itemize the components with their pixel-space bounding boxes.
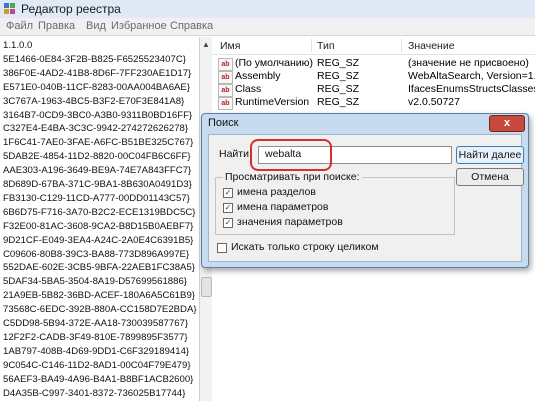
- list-header: Имя Тип Значение: [212, 37, 535, 55]
- cell-value: IfacesEnumsStructsClasses.HT: [408, 83, 535, 95]
- tree-item[interactable]: C09606-80B8-39C3-BA88-773D896A997E}: [3, 249, 189, 260]
- cell-value: v2.0.50727: [408, 96, 460, 108]
- menu-file[interactable]: Файл: [6, 20, 33, 32]
- column-header-name[interactable]: Имя: [220, 40, 240, 52]
- tree-item[interactable]: 1AB797-408B-4D69-9DD1-C6F329189414}: [3, 346, 189, 357]
- cell-type: REG_SZ: [317, 57, 360, 69]
- scroll-thumb[interactable]: [201, 277, 212, 297]
- scroll-up-icon[interactable]: ▲: [202, 41, 210, 49]
- checkbox-values-label: имена параметров: [237, 201, 329, 213]
- column-header-value[interactable]: Значение: [408, 40, 455, 52]
- tree-item[interactable]: AAE303-A196-3649-BE9A-74E7A843FFC7}: [3, 165, 191, 176]
- cell-type: REG_SZ: [317, 83, 360, 95]
- cell-type: REG_SZ: [317, 96, 360, 108]
- menu-edit[interactable]: Правка: [38, 20, 75, 32]
- tree-item[interactable]: C5DD98-5B94-372E-AA18-730039587767}: [3, 318, 188, 329]
- tree-item[interactable]: F32E00-81AC-3608-9CA2-B8D15B0AEBF7}: [3, 221, 193, 232]
- menu-help[interactable]: Справка: [170, 20, 213, 32]
- find-dialog: Поиск x Найти: webalta Найти далее Отмен…: [201, 113, 529, 268]
- checkbox-values[interactable]: ✓: [223, 203, 233, 213]
- table-row[interactable]: ab Assembly REG_SZ WebAltaSearch, Version=1…: [212, 70, 535, 84]
- close-icon[interactable]: x: [489, 115, 525, 132]
- cell-name: RuntimeVersion: [235, 96, 310, 108]
- tree-item[interactable]: 1.1.0.0: [3, 40, 32, 51]
- window-titlebar: Редактор реестра: [0, 0, 535, 18]
- column-header-type[interactable]: Тип: [317, 40, 335, 52]
- tree-item[interactable]: 5DAB2E-4854-11D2-8820-00C04FB6C6FF}: [3, 151, 191, 162]
- checkbox-whole-string-label: Искать только строку целиком: [231, 241, 379, 253]
- checkbox-whole-string[interactable]: [217, 243, 227, 253]
- tree-item[interactable]: 386F0E-4AD2-41B8-8D6F-7FF230AE1D17}: [3, 68, 191, 79]
- regedit-icon: [4, 3, 15, 14]
- tree-item[interactable]: 73568C-6EDC-392B-880A-CC158D7E2BDA}: [3, 304, 197, 315]
- menu-favorites[interactable]: Избранное: [111, 20, 167, 32]
- highlight-circle: [250, 139, 332, 171]
- tree-item[interactable]: 552DAE-602E-3CB5-9BFA-22AEB1FC38A5}: [3, 262, 195, 273]
- checkbox-data[interactable]: ✓: [223, 218, 233, 228]
- find-label: Найти:: [219, 148, 252, 160]
- tree-item[interactable]: 3C767A-1963-4BC5-B3F2-E70F3E841A8}: [3, 96, 184, 107]
- string-value-icon: ab: [218, 97, 233, 110]
- find-next-button[interactable]: Найти далее: [456, 146, 524, 164]
- cell-name: (По умолчанию): [235, 57, 314, 69]
- tree-item[interactable]: E571E0-040B-11CF-8283-00AA004BA6AE}: [3, 82, 190, 93]
- cancel-button[interactable]: Отмена: [456, 168, 524, 186]
- cell-name: Assembly: [235, 70, 281, 82]
- cell-value: (значение не присвоено): [408, 57, 529, 69]
- tree-item[interactable]: 8D689D-67BA-371C-9BA1-8B630A0491D3}: [3, 179, 192, 190]
- tree-item[interactable]: 6B6D75-F716-3A70-B2C2-ECE1319BDC5C}: [3, 207, 196, 218]
- tree-item[interactable]: 21A9EB-5B82-36BD-ACEF-180A6A5C61B9}: [3, 290, 195, 301]
- table-row[interactable]: ab RuntimeVersion REG_SZ v2.0.50727: [212, 96, 535, 110]
- table-row[interactable]: ab (По умолчанию) REG_SZ (значение не присв…: [212, 57, 535, 71]
- tree-item[interactable]: FB3130-C129-11CD-A777-00DD01143C57}: [3, 193, 190, 204]
- dialog-body: Найти: webalta Найти далее Отмена Просма…: [208, 134, 524, 262]
- tree-item[interactable]: 9D21CF-E049-3EA4-A24C-2A0E4C6391B5}: [3, 235, 193, 246]
- menu-bar: Файл Правка Вид Избранное Справка: [0, 18, 535, 36]
- dialog-title: Поиск: [208, 117, 239, 129]
- tree-item[interactable]: C327E4-E4BA-3C3C-9942-274272626278}: [3, 123, 188, 134]
- tree-item[interactable]: 1F6C41-7AE0-3FAE-A6FC-B51BE325C767}: [3, 137, 193, 148]
- tree-item[interactable]: D4A35B-C997-3401-8372-736025B17744}: [3, 388, 185, 399]
- tree-item[interactable]: 3164B7-0CD9-3BC0-A3B0-9311B0BD16FF}: [3, 110, 192, 121]
- checkbox-keys[interactable]: ✓: [223, 188, 233, 198]
- search-scope-label: Просматривать при поиске:: [223, 171, 362, 183]
- cell-value: WebAltaSearch, Version=1.1.0.: [408, 70, 535, 82]
- tree-item[interactable]: 5E1466-0E84-3F2B-B825-F6525523407C}: [3, 54, 186, 65]
- table-row[interactable]: abClassREG_SZIfacesEnumsStructsClasses.H…: [212, 83, 535, 97]
- registry-tree[interactable]: 1.1.0.0 5E1466-0E84-3F2B-B825-F6525523407…: [0, 37, 200, 401]
- menu-view[interactable]: Вид: [86, 20, 106, 32]
- checkbox-data-label: значения параметров: [237, 216, 343, 228]
- cell-name: Class: [235, 83, 262, 95]
- window-title: Редактор реестра: [21, 2, 121, 16]
- tree-item[interactable]: 56AEF3-BA49-4A96-B4A1-B8BF1ACB2600}: [3, 374, 193, 385]
- tree-item[interactable]: 12F2F2-CADB-3F49-810E-7899895F3577}: [3, 332, 188, 343]
- tree-item[interactable]: 9C054C-C146-11D2-8AD1-00C04F79E479}: [3, 360, 191, 371]
- tree-item[interactable]: 5DAF34-5BA5-3504-8A19-D57699561886}: [3, 276, 187, 287]
- cell-type: REG_SZ: [317, 70, 360, 82]
- checkbox-keys-label: имена разделов: [237, 186, 316, 198]
